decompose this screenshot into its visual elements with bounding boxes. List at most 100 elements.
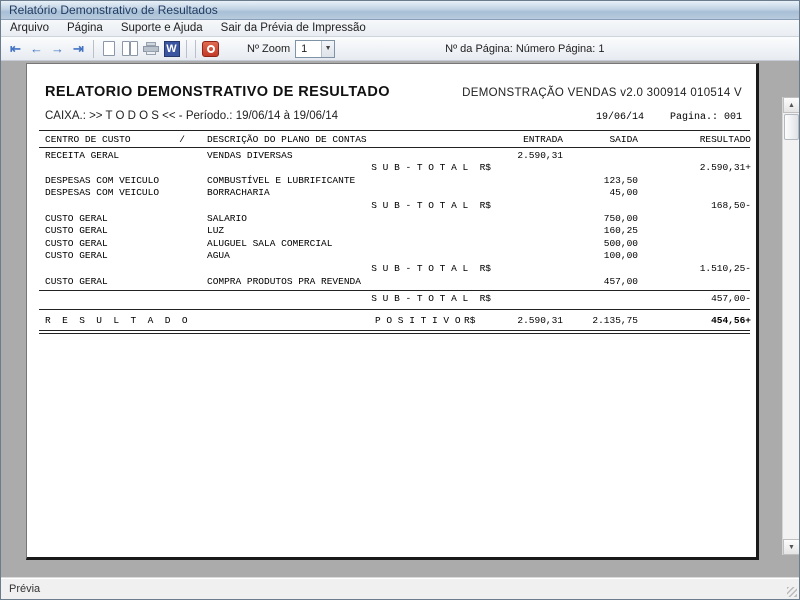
report-page-number: Pagina.: 001 (670, 112, 742, 123)
saida-cell: 750,00 (563, 213, 638, 226)
toolbar-separator (93, 40, 94, 58)
descricao-cell: AGUA (207, 250, 453, 263)
scroll-up-button[interactable]: ▲ (783, 97, 800, 113)
divider-line (39, 147, 750, 148)
report-header: RELATORIO DEMONSTRATIVO DE RESULTADO DEM… (27, 64, 756, 100)
two-pages-icon (122, 41, 138, 56)
descricao-cell: COMBUSTÍVEL E LUBRIFICANTE (207, 175, 453, 188)
centro-cell: CUSTO GERAL (45, 213, 207, 226)
divider-line (39, 290, 750, 291)
report-rows: RECEITA GERALVENDAS DIVERSAS2.590,31S U … (27, 150, 756, 306)
resultado-cell (638, 187, 751, 200)
resultado-cell (638, 238, 751, 251)
column-header-entrada: ENTRADA (453, 134, 563, 147)
subtotal-label: S U B - T O T A L R$ (245, 162, 491, 175)
menu-sair-da-previa[interactable]: Sair da Prévia de Impressão (212, 21, 375, 35)
centro-cell: CUSTO GERAL (45, 238, 207, 251)
saida-cell (563, 150, 638, 163)
centro-cell: CUSTO GERAL (45, 276, 207, 289)
entrada-cell (453, 187, 563, 200)
first-page-icon: ⇤ (10, 42, 21, 55)
zoom-value: 1 (296, 43, 321, 55)
entrada-cell (453, 175, 563, 188)
first-page-button[interactable]: ⇤ (6, 39, 25, 58)
resultado-cell (638, 225, 751, 238)
saida-cell: 123,50 (563, 175, 638, 188)
app-window: Relatório Demonstrativo de Resultados Ar… (0, 0, 800, 600)
resultado-cell (638, 276, 751, 289)
title-bar: Relatório Demonstrativo de Resultados (1, 1, 799, 20)
saida-cell: 160,25 (563, 225, 638, 238)
descricao-cell: SALARIO (207, 213, 453, 226)
menu-arquivo[interactable]: Arquivo (1, 21, 58, 35)
result-status: P O S I T I V O (375, 315, 461, 326)
resultado-cell: 168,50- (638, 200, 751, 213)
resize-grip-icon[interactable] (787, 587, 797, 597)
report-filter-row: CAIXA.: >> T O D O S << - Período.: 19/0… (27, 100, 756, 123)
entrada-cell (453, 238, 563, 251)
table-row: DESPESAS COM VEICULOCOMBUSTÍVEL E LUBRIF… (27, 175, 756, 188)
export-word-icon: W (164, 41, 180, 57)
print-icon (143, 42, 159, 55)
table-row: DESPESAS COM VEICULOBORRACHARIA45,00 (27, 187, 756, 200)
centro-cell: CUSTO GERAL (45, 250, 207, 263)
previous-page-icon: ← (30, 42, 43, 55)
table-row: CUSTO GERALCOMPRA PRODUTOS PRA REVENDA 45… (27, 276, 756, 289)
column-header-saida: SAIDA (563, 134, 638, 147)
last-page-button[interactable]: ⇥ (69, 39, 88, 58)
export-pdf-icon (202, 41, 219, 57)
menu-suporte-e-ajuda[interactable]: Suporte e Ajuda (112, 21, 212, 35)
double-divider-line (39, 330, 750, 334)
column-header-descricao: DESCRIÇÃO DO PLANO DE CONTAS (207, 134, 453, 147)
saida-cell: 457,00 (563, 276, 638, 289)
toolbar-separator (195, 40, 196, 58)
status-text: Prévia (9, 583, 40, 595)
subtotal-row: S U B - T O T A L R$1.510,25- (27, 263, 756, 276)
entrada-cell (453, 276, 563, 289)
result-resultado: 454,56+ (711, 315, 751, 326)
export-word-button[interactable]: W (162, 39, 181, 58)
zoom-label: Nº Zoom (247, 43, 290, 55)
divider-line (39, 130, 750, 131)
window-title: Relatório Demonstrativo de Resultados (9, 3, 218, 17)
table-header-row: CENTRO DE CUSTO / DESCRIÇÃO DO PLANO DE … (27, 134, 756, 147)
table-row: CUSTO GERALAGUA100,00 (27, 250, 756, 263)
last-page-icon: ⇥ (73, 42, 84, 55)
scroll-down-button[interactable]: ▼ (783, 539, 800, 555)
entrada-cell (453, 213, 563, 226)
centro-cell: DESPESAS COM VEICULO (45, 187, 207, 200)
chevron-down-icon[interactable]: ▼ (321, 41, 334, 57)
subtotal-label: S U B - T O T A L R$ (245, 263, 491, 276)
resultado-cell (638, 213, 751, 226)
two-page-view-button[interactable] (120, 39, 139, 58)
resultado-cell (638, 150, 751, 163)
print-button[interactable] (141, 39, 160, 58)
previous-page-button[interactable]: ← (27, 39, 46, 58)
status-bar: Prévia (1, 577, 799, 599)
next-page-button[interactable]: → (48, 39, 67, 58)
table-row: CUSTO GERALSALARIO 750,00 (27, 213, 756, 226)
column-header-resultado: RESULTADO (638, 134, 751, 147)
resultado-cell: 2.590,31+ (638, 162, 751, 175)
single-page-icon (103, 41, 115, 56)
menu-pagina[interactable]: Página (58, 21, 112, 35)
divider-line (39, 309, 750, 310)
vertical-scrollbar[interactable]: ▲ ▼ (782, 97, 799, 555)
table-row: CUSTO GERALALUGUEL SALA COMERCIAL500,00 (27, 238, 756, 251)
entrada-cell (453, 250, 563, 263)
descricao-cell: VENDAS DIVERSAS (207, 150, 453, 163)
result-row: R E S U L T A D O P O S I T I V O R$ 2.5… (27, 314, 756, 328)
entrada-cell (453, 225, 563, 238)
descricao-cell: BORRACHARIA (207, 187, 453, 200)
descricao-cell: COMPRA PRODUTOS PRA REVENDA (207, 276, 453, 289)
report-page: RELATORIO DEMONSTRATIVO DE RESULTADO DEM… (26, 63, 759, 560)
zoom-select[interactable]: 1 ▼ (295, 40, 335, 58)
scrollbar-thumb[interactable] (784, 114, 799, 140)
export-pdf-button[interactable] (201, 39, 220, 58)
subtotal-row: S U B - T O T A L R$457,00- (27, 293, 756, 306)
single-page-view-button[interactable] (99, 39, 118, 58)
page-info-label: Nº da Página: Número Página: 1 (445, 43, 604, 55)
entrada-cell: 2.590,31 (453, 150, 563, 163)
column-header-slash: / (179, 134, 185, 147)
saida-cell: 500,00 (563, 238, 638, 251)
